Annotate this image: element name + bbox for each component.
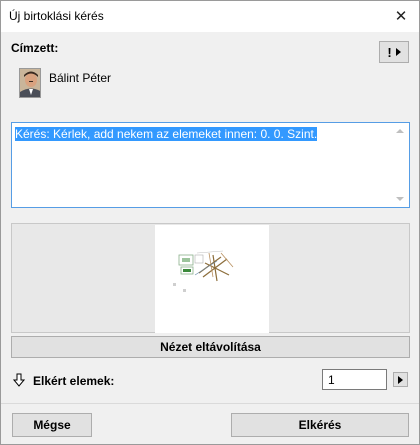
recipient-name: Bálint Péter (49, 71, 112, 85)
requested-count-field[interactable]: 1 (322, 369, 387, 390)
play-arrow-icon (395, 48, 401, 56)
scroll-down-icon[interactable] (396, 197, 404, 201)
cancel-button[interactable]: Mégse (12, 413, 92, 437)
play-arrow-icon (398, 375, 403, 384)
dialog-window: Új birtoklási kérés ✕ Címzett: ! Bálint … (0, 0, 420, 445)
requested-elements-label: Elkért elemek: (33, 374, 115, 388)
message-scrollbar[interactable] (392, 123, 409, 207)
request-button[interactable]: Elkérés (231, 413, 409, 437)
window-title: Új birtoklási kérés (9, 9, 104, 23)
close-icon: ✕ (394, 8, 408, 25)
message-text: Kérés: Kérlek, add nekem az elemeket inn… (15, 127, 318, 141)
avatar (19, 68, 41, 98)
requested-count-next-button[interactable] (393, 372, 408, 387)
close-button[interactable]: ✕ (389, 5, 413, 27)
view-preview-panel (11, 223, 410, 333)
exclamation-icon: ! (387, 44, 392, 60)
view-thumbnail (155, 225, 269, 333)
down-arrow-icon (13, 373, 25, 387)
remove-view-button[interactable]: Nézet eltávolítása (11, 336, 410, 358)
title-bar: Új birtoklási kérés ✕ (1, 1, 419, 32)
divider (1, 403, 419, 404)
scroll-up-icon[interactable] (396, 129, 404, 133)
recipient-label: Címzett: (11, 41, 59, 55)
message-textarea[interactable]: Kérés: Kérlek, add nekem az elemeket inn… (11, 122, 410, 208)
recipient-options-button[interactable]: ! (379, 41, 409, 63)
